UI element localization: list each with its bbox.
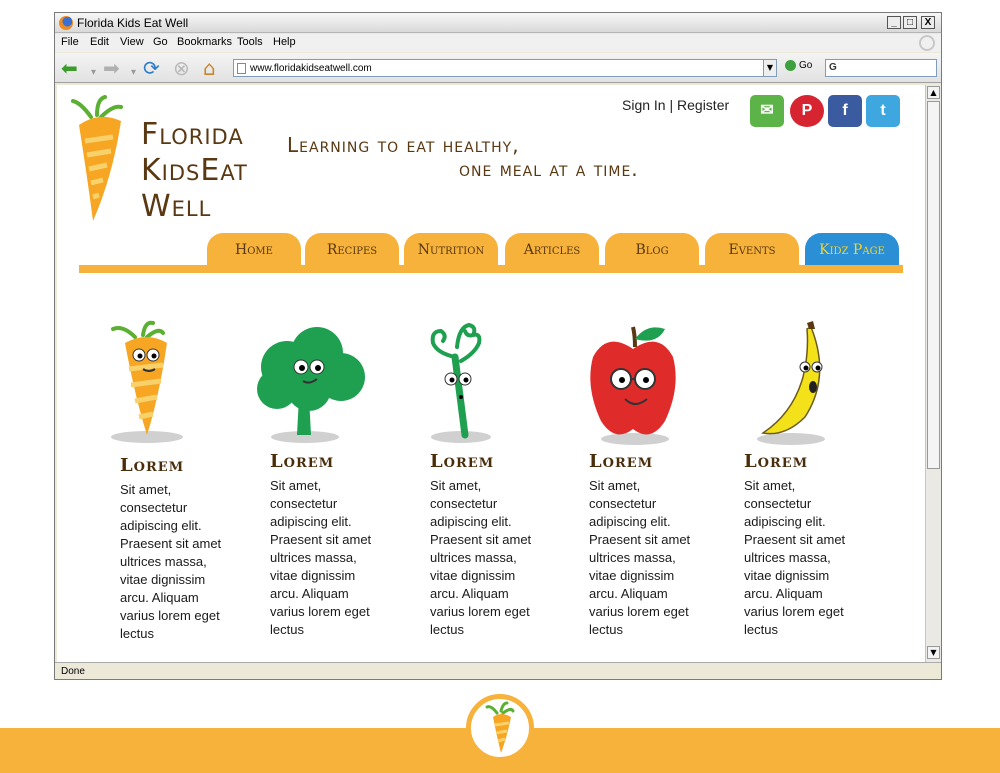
pinterest-icon[interactable]: P xyxy=(790,95,824,127)
logo-carrot-icon xyxy=(71,95,123,221)
account-separator: | xyxy=(669,97,674,113)
logo-line-1: Florida xyxy=(141,117,244,152)
home-icon[interactable]: ⌂ xyxy=(203,58,216,78)
address-dropdown-icon[interactable]: ▼ xyxy=(763,59,777,77)
navigation-toolbar: ⬅ ▾ ➡ ▾ ⟳ ⊗ ⌂ www.floridakidseatwell.com… xyxy=(55,53,941,83)
menu-tools[interactable]: Tools xyxy=(237,36,263,48)
facebook-icon[interactable]: f xyxy=(828,95,862,127)
card-1-title: Lorem xyxy=(120,455,185,476)
card-1-text: Sit amet, consectetur adipiscing elit. P… xyxy=(120,482,222,641)
go-label: Go xyxy=(799,60,813,72)
carrot-badge-icon xyxy=(485,701,515,753)
logo-line-3: Well xyxy=(141,189,212,224)
status-text: Done xyxy=(61,666,85,677)
card-4-text: Sit amet, consectetur adipiscing elit. P… xyxy=(589,478,691,637)
nav-tab-home[interactable]: Home xyxy=(207,233,301,265)
address-bar-value: www.floridakidseatwell.com xyxy=(250,63,372,74)
forward-icon[interactable]: ➡ xyxy=(103,58,120,78)
search-value: G xyxy=(829,62,837,73)
forward-dropdown-icon[interactable]: ▾ xyxy=(131,63,136,83)
scroll-thumb[interactable] xyxy=(927,101,940,469)
apple-character-icon xyxy=(590,326,676,445)
menu-view[interactable]: View xyxy=(120,36,144,48)
nav-tab-blog[interactable]: Blog xyxy=(605,233,699,265)
card-5-text: Sit amet, consectetur adipiscing elit. P… xyxy=(744,478,846,637)
nav-tab-articles[interactable]: Articles xyxy=(505,233,599,265)
tagline-line-2: one meal at a time. xyxy=(459,157,639,181)
menu-edit[interactable]: Edit xyxy=(90,36,109,48)
go-icon xyxy=(785,60,796,71)
account-links: Sign In | Register xyxy=(622,97,729,113)
asparagus-character-icon xyxy=(430,322,491,443)
nav-tab-recipes[interactable]: Recipes xyxy=(305,233,399,265)
back-icon[interactable]: ⬅ xyxy=(61,58,78,78)
stop-icon[interactable]: ⊗ xyxy=(173,58,190,78)
nav-tab-kidz-page[interactable]: Kidz Page xyxy=(805,233,899,265)
status-bar: Done xyxy=(55,662,941,679)
menu-file[interactable]: File xyxy=(61,36,79,48)
menu-help[interactable]: Help xyxy=(273,36,296,48)
card-3-text: Sit amet, consectetur adipiscing elit. P… xyxy=(430,478,532,637)
card-2-text: Sit amet, consectetur adipiscing elit. P… xyxy=(270,478,372,637)
carrot-character-icon xyxy=(111,320,183,443)
title-bar: Florida Kids Eat Well _ □ X xyxy=(55,13,941,33)
throbber-icon xyxy=(919,35,935,51)
reload-icon[interactable]: ⟳ xyxy=(143,58,160,78)
broccoli-character-icon xyxy=(257,327,365,443)
nav-tab-events[interactable]: Events xyxy=(705,233,799,265)
menu-bookmarks[interactable]: Bookmarks xyxy=(177,36,232,48)
register-link[interactable]: Register xyxy=(677,97,729,113)
maximize-button[interactable]: □ xyxy=(903,16,917,29)
menu-bar: File Edit View Go Bookmarks Tools Help xyxy=(55,34,941,52)
browser-window: Florida Kids Eat Well _ □ X File Edit Vi… xyxy=(54,12,942,680)
banana-character-icon xyxy=(757,321,825,445)
back-dropdown-icon[interactable]: ▾ xyxy=(91,63,96,83)
card-5-title: Lorem xyxy=(744,451,809,472)
card-3-title: Lorem xyxy=(430,451,495,472)
twitter-icon[interactable]: t xyxy=(866,95,900,127)
carrot-badge xyxy=(466,694,534,762)
sign-in-link[interactable]: Sign In xyxy=(622,97,666,113)
scroll-up-icon[interactable]: ▲ xyxy=(927,86,940,99)
close-button[interactable]: X xyxy=(921,16,935,29)
nav-strip xyxy=(79,265,903,273)
window-title: Florida Kids Eat Well xyxy=(77,16,189,30)
page-viewport: Florida KidsEat Well Sign In | Register … xyxy=(57,85,925,662)
tagline-line-1: Learning to eat healthy, xyxy=(287,133,520,157)
firefox-icon xyxy=(59,16,73,30)
search-input[interactable]: G xyxy=(825,59,937,77)
menu-go[interactable]: Go xyxy=(153,36,168,48)
logo-line-2: KidsEat xyxy=(141,153,248,188)
nav-tab-nutrition[interactable]: Nutrition xyxy=(404,233,498,265)
email-share-icon[interactable]: ✉ xyxy=(750,95,784,127)
page-icon xyxy=(237,63,246,74)
minimize-button[interactable]: _ xyxy=(887,16,901,29)
vertical-scrollbar[interactable]: ▲ ▼ xyxy=(925,85,941,662)
card-2-title: Lorem xyxy=(270,451,335,472)
go-button[interactable]: Go xyxy=(785,60,812,71)
scroll-down-icon[interactable]: ▼ xyxy=(927,646,940,659)
card-4-title: Lorem xyxy=(589,451,654,472)
address-bar[interactable]: www.floridakidseatwell.com xyxy=(233,59,773,77)
